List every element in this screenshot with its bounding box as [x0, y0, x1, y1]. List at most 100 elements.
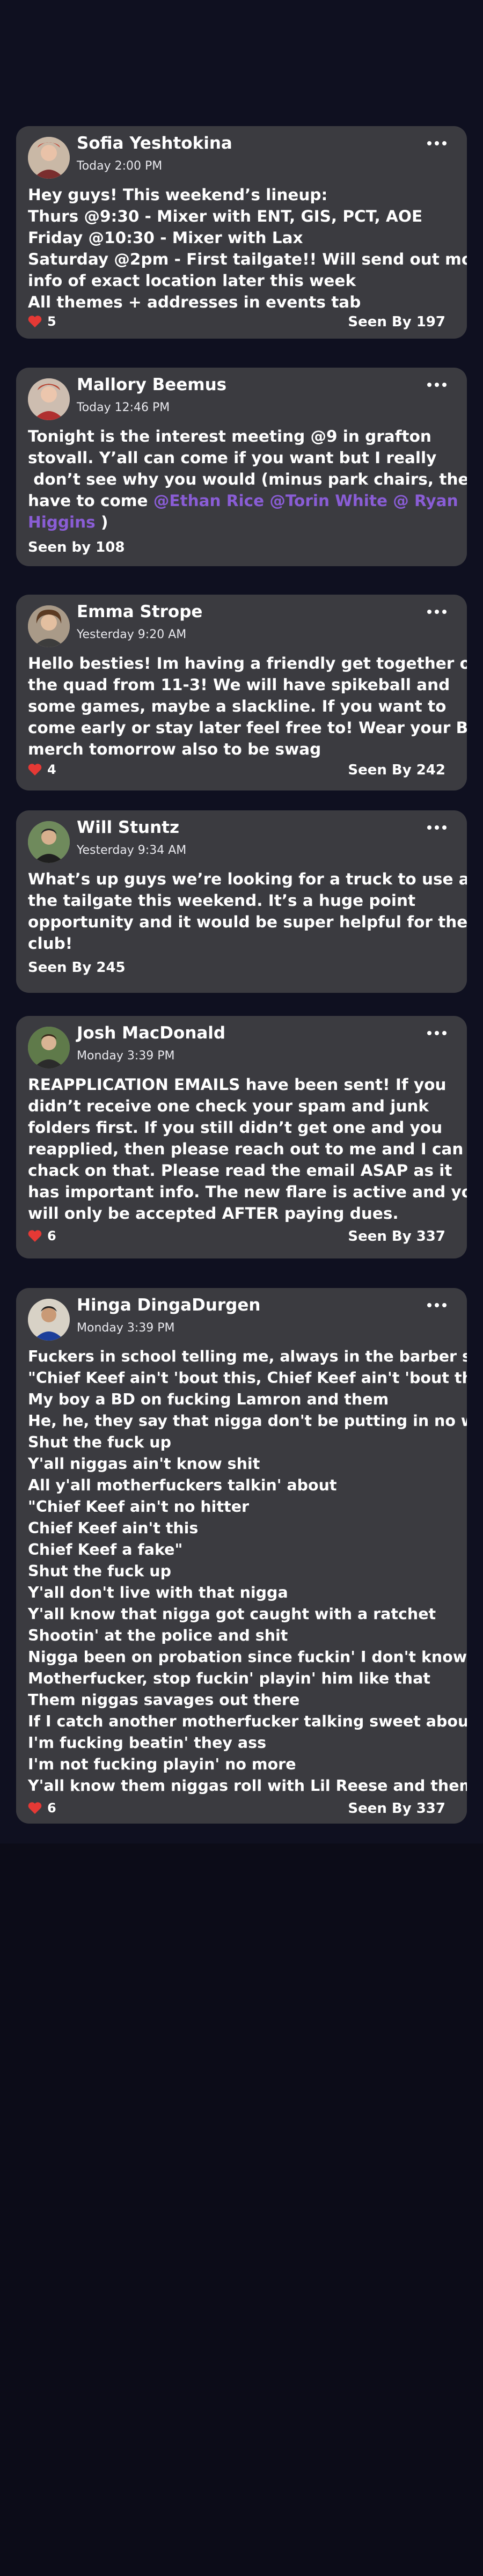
post-line: He, he, they say that nigga don't be put… [28, 1412, 467, 1430]
post-line: come early or stay later feel free to! W… [28, 719, 467, 737]
post-line: I'm not fucking playin' no more [28, 1755, 296, 1773]
post-line: Shut the fuck up [28, 1562, 171, 1580]
like-count: 6 [47, 1228, 56, 1243]
post-card[interactable]: Sofia Yeshtokina Today 2:00 PM Hey guys!… [16, 126, 467, 339]
post-line: If I catch another motherfucker talking … [28, 1713, 467, 1730]
seen-count[interactable]: Seen By 245 [28, 960, 126, 976]
post-body: Hello besties! Im having a friendly get … [28, 653, 467, 760]
post-line: Motherfucker, stop fuckin' playin' him l… [28, 1670, 430, 1687]
post-line: My boy a BD on fucking Lamron and them [28, 1391, 389, 1408]
more-options-icon[interactable] [427, 1031, 447, 1035]
post-line: chack on that. Please read the email ASA… [28, 1161, 452, 1180]
post-line: Y'all know them niggas roll with Lil Ree… [28, 1777, 467, 1795]
author-name[interactable]: Mallory Beemus [77, 375, 226, 394]
post-line: the tailgate this weekend. It’s a huge p… [28, 891, 416, 910]
seen-count[interactable]: Seen by 108 [28, 539, 125, 555]
post-line: info of exact location later this week [28, 272, 356, 290]
post-line: Shut the fuck up [28, 1433, 171, 1451]
avatar[interactable] [28, 378, 70, 420]
post-line: club! [28, 934, 73, 953]
post-timestamp: Monday 3:39 PM [77, 1049, 175, 1063]
heart-icon [28, 1802, 42, 1814]
post-card[interactable]: Mallory Beemus Today 12:46 PM Tonight is… [16, 368, 467, 566]
like-button[interactable]: 4 [28, 762, 56, 777]
seen-count[interactable]: Seen By 337 [348, 1801, 445, 1817]
post-line: Chief Keef ain't this [28, 1519, 199, 1537]
post-body: REAPPLICATION EMAILS have been sent! If … [28, 1074, 467, 1224]
post-line: reapplied, then please reach out to me a… [28, 1140, 464, 1158]
post-line: Tonight is the interest meeting @9 in gr… [28, 427, 431, 445]
heart-icon [28, 316, 42, 327]
post-line: I'm fucking beatin' they ass [28, 1734, 267, 1752]
avatar[interactable] [28, 137, 70, 179]
heart-icon [28, 1230, 42, 1242]
post-line: "Chief Keef ain't no hitter [28, 1498, 250, 1516]
like-button[interactable]: 6 [28, 1801, 56, 1816]
post-line: opportunity and it would be super helpfu… [28, 913, 467, 931]
post-line: Y'all know that nigga got caught with a … [28, 1605, 436, 1623]
post-line: Fuckers in school telling me, always in … [28, 1348, 467, 1365]
post-card[interactable]: Hinga DingaDurgen Monday 3:39 PM Fuckers… [16, 1288, 467, 1824]
seen-count[interactable]: Seen By 197 [348, 314, 445, 330]
post-line: has important info. The new flare is act… [28, 1183, 467, 1201]
mention-link[interactable]: @Ethan Rice @Torin White @ Ryan [153, 492, 458, 510]
post-timestamp: Yesterday 9:34 AM [77, 844, 187, 857]
like-button[interactable]: 6 [28, 1228, 56, 1243]
post-line: some games, maybe a slackline. If you wa… [28, 697, 447, 715]
author-name[interactable]: Josh MacDonald [77, 1023, 225, 1043]
post-card[interactable]: Emma Strope Yesterday 9:20 AM Hello best… [16, 595, 467, 791]
post-line: Hey guys! This weekend’s lineup: [28, 186, 328, 204]
post-line: have to come @Ethan Rice @Torin White @ … [28, 490, 467, 511]
post-line: REAPPLICATION EMAILS have been sent! If … [28, 1075, 447, 1094]
post-timestamp: Today 2:00 PM [77, 159, 163, 173]
seen-count[interactable]: Seen By 242 [348, 762, 445, 778]
more-options-icon[interactable] [427, 825, 447, 830]
post-line: folders first. If you still didn’t get o… [28, 1118, 443, 1137]
like-count: 4 [47, 762, 56, 777]
avatar[interactable] [28, 1027, 70, 1069]
like-button[interactable]: 5 [28, 314, 56, 329]
post-body: Hey guys! This weekend’s lineup: Thurs @… [28, 184, 467, 313]
author-name[interactable]: Will Stuntz [77, 818, 179, 837]
post-timestamp: Today 12:46 PM [77, 401, 170, 414]
post-line: Nigga been on probation since fuckin' I … [28, 1648, 467, 1666]
more-options-icon[interactable] [427, 141, 447, 145]
post-body: Tonight is the interest meeting @9 in gr… [28, 426, 467, 533]
post-line: All y'all motherfuckers talkin' about [28, 1476, 337, 1494]
avatar[interactable] [28, 605, 70, 647]
author-name[interactable]: Emma Strope [77, 602, 202, 621]
post-line: All themes + addresses in events tab [28, 293, 361, 311]
mention-link[interactable]: Higgins [28, 513, 96, 531]
post-line: "Chief Keef ain't 'bout this, Chief Keef… [28, 1369, 467, 1387]
post-line: Higgins ) [28, 511, 467, 533]
more-options-icon[interactable] [427, 610, 447, 614]
post-line: Saturday @2pm - First tailgate!! Will se… [28, 250, 467, 268]
post-line: Chief Keef a fake" [28, 1541, 183, 1558]
post-line: Hello besties! Im having a friendly get … [28, 654, 467, 672]
avatar[interactable] [28, 821, 70, 863]
post-body: Fuckers in school telling me, always in … [28, 1346, 467, 1797]
post-card[interactable]: Will Stuntz Yesterday 9:34 AM What’s up … [16, 810, 467, 993]
more-options-icon[interactable] [427, 383, 447, 387]
post-card[interactable]: Josh MacDonald Monday 3:39 PM REAPPLICAT… [16, 1016, 467, 1258]
post-line: didn’t receive one check your spam and j… [28, 1097, 429, 1115]
post-line: Friday @10:30 - Mixer with Lax [28, 229, 303, 247]
seen-count[interactable]: Seen By 337 [348, 1228, 445, 1245]
avatar[interactable] [28, 1299, 70, 1341]
author-name[interactable]: Sofia Yeshtokina [77, 134, 232, 153]
post-line: don’t see why you would (minus park chai… [28, 470, 467, 488]
post-line: Thurs @9:30 - Mixer with ENT, GIS, PCT, … [28, 207, 423, 225]
post-line: Shootin' at the police and shit [28, 1627, 288, 1644]
post-line: stovall. Y’all can come if you want but … [28, 449, 437, 467]
feed-page: Sofia Yeshtokina Today 2:00 PM Hey guys!… [0, 0, 483, 2576]
post-timestamp: Monday 3:39 PM [77, 1321, 175, 1335]
heart-icon [28, 764, 42, 775]
like-count: 6 [47, 1801, 56, 1816]
post-line: will only be accepted AFTER paying dues. [28, 1204, 399, 1223]
post-line: Y'all don't live with that nigga [28, 1584, 288, 1601]
post-timestamp: Yesterday 9:20 AM [77, 628, 187, 641]
more-options-icon[interactable] [427, 1303, 447, 1307]
post-line: merch tomorrow also to be swag [28, 740, 321, 758]
post-line: What’s up guys we’re looking for a truck… [28, 870, 467, 888]
author-name[interactable]: Hinga DingaDurgen [77, 1296, 260, 1315]
